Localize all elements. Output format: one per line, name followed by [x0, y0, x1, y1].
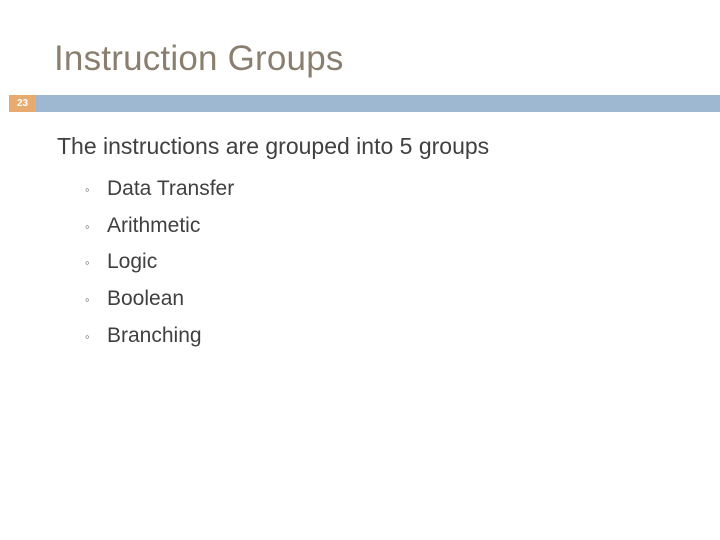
list-item: ◦ Data Transfer	[57, 171, 697, 208]
list-item: ◦ Logic	[57, 244, 697, 281]
list-item: ◦ Arithmetic	[57, 208, 697, 245]
bullet-circle-icon: ◦	[85, 292, 90, 307]
list-item: ◦ Boolean	[57, 281, 697, 318]
bullet-circle-icon: ◦	[85, 181, 90, 197]
page-title: Instruction Groups	[54, 39, 344, 78]
bullet-circle-icon: ◦	[85, 255, 90, 271]
list-item-label: Boolean	[107, 287, 185, 310]
list-item: ◦ Branching	[57, 318, 697, 355]
list-item-label: Arithmetic	[107, 213, 201, 237]
bullet-circle-icon: ◦	[85, 218, 90, 234]
header-divider-bar	[36, 95, 720, 112]
lead-text: The instructions are grouped into 5 grou…	[57, 133, 490, 159]
slide: Instruction Groups 23 The instructions a…	[0, 0, 720, 540]
slide-body: The instructions are grouped into 5 grou…	[57, 132, 697, 355]
bullet-list: ◦ Data Transfer ◦ Arithmetic ◦ Logic ◦ B…	[57, 171, 697, 355]
bullet-circle-icon: ◦	[85, 328, 90, 344]
list-item-label: Logic	[107, 250, 158, 274]
slide-number-badge: 23	[9, 95, 36, 112]
list-item-label: Branching	[107, 323, 202, 347]
list-item-label: Data Transfer	[107, 176, 235, 200]
